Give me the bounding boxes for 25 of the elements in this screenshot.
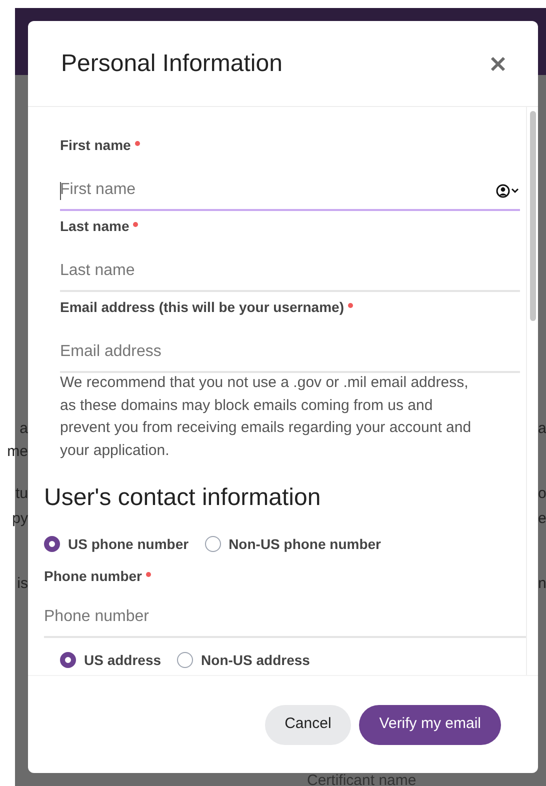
email-note: We recommend that you not use a .gov or .mil email address, as these domains may block emails coming from us and prevent you from receiving emails regarding your account and your application. (60, 373, 472, 460)
text-input[interactable]: First name (60, 171, 520, 211)
background-text: is (17, 574, 28, 594)
background-text: n (538, 574, 546, 594)
section-heading: User's contact information (44, 484, 322, 512)
background-text: a (538, 419, 546, 439)
radio-option[interactable]: Non-US address (177, 650, 310, 670)
text-cursor (60, 182, 61, 200)
background-text: tu (15, 484, 28, 504)
field-label: Last name (60, 217, 130, 236)
verify-button[interactable]: Verify my email (359, 704, 501, 744)
field-label: Phone number (44, 567, 142, 586)
user-dropdown-icon[interactable] (496, 184, 520, 198)
background-text: Certificant name (307, 773, 416, 786)
field-label: First name (60, 136, 131, 155)
dialog-title: Personal Information (61, 48, 282, 78)
cancel-button[interactable]: Cancel (264, 704, 352, 744)
field-label: Email address (this will be your username) (60, 298, 344, 317)
background-text: e (538, 509, 546, 529)
background-text: o (538, 484, 546, 504)
radio-option[interactable]: US address (60, 650, 162, 670)
radio-option[interactable]: Non-US phone number (204, 534, 381, 554)
scrollbar-thumb[interactable] (530, 111, 536, 321)
background-text: a (20, 419, 28, 439)
radio-option[interactable]: US phone number (44, 534, 189, 554)
